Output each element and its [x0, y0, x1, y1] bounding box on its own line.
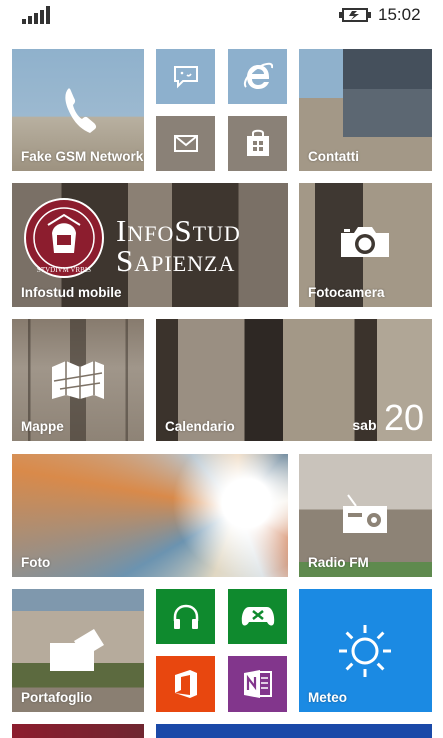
- tile-partial-right[interactable]: [156, 724, 432, 738]
- tile-internet-explorer[interactable]: [228, 49, 287, 104]
- tile-phone[interactable]: Fake GSM Network: [12, 49, 144, 171]
- tile-label: Contatti: [308, 149, 359, 164]
- xbox-icon: [241, 607, 275, 626]
- calendar-day-name: sab: [352, 417, 377, 433]
- tile-label: Mappe: [21, 419, 64, 434]
- messaging-icon: [174, 66, 198, 89]
- tile-label: Infostud mobile: [21, 285, 122, 300]
- tile-messaging[interactable]: [156, 49, 215, 104]
- tile-radio[interactable]: Radio FM: [299, 454, 432, 577]
- office-icon: [175, 670, 197, 698]
- headphones-icon: [173, 604, 199, 629]
- wallet-icon: [50, 629, 104, 671]
- tile-camera[interactable]: Fotocamera: [299, 183, 432, 307]
- phone-icon: [65, 88, 97, 133]
- tile-label: Meteo: [308, 690, 348, 705]
- sapienza-seal-icon: STVDIVM VRBIS: [24, 198, 104, 278]
- tile-photos[interactable]: Foto: [12, 454, 288, 577]
- battery-charging-icon: [339, 8, 371, 22]
- mail-icon: [174, 135, 198, 152]
- tile-label: Fake GSM Network: [21, 149, 144, 164]
- tile-label: Radio FM: [308, 555, 369, 570]
- radio-icon: [343, 494, 387, 533]
- seal-text: STVDIVM VRBIS: [37, 266, 91, 274]
- tile-music[interactable]: [156, 589, 215, 644]
- tile-calendar[interactable]: Calendario sab 20: [156, 319, 432, 441]
- contacts-photo-block: [343, 89, 432, 137]
- internet-explorer-icon: [244, 62, 273, 89]
- tile-maps[interactable]: Mappe: [12, 319, 144, 441]
- sun-icon: [339, 625, 391, 677]
- tile-infostud[interactable]: STVDIVM VRBIS InfoStud Sapienza Infostud…: [12, 183, 288, 307]
- tile-mail[interactable]: [156, 116, 215, 171]
- tile-wallet[interactable]: Portafoglio: [12, 589, 144, 712]
- store-icon: [247, 129, 269, 156]
- infostud-logo-line2: Sapienza: [116, 243, 236, 278]
- tile-games[interactable]: [228, 589, 287, 644]
- tile-contacts[interactable]: Contatti: [299, 49, 432, 171]
- map-icon: [52, 361, 104, 399]
- onenote-icon: [244, 670, 272, 698]
- signal-bars-icon: [22, 6, 50, 24]
- tile-store[interactable]: [228, 116, 287, 171]
- tile-onenote[interactable]: [228, 656, 287, 712]
- tile-weather[interactable]: Meteo: [299, 589, 432, 712]
- status-bar: 15:02: [0, 0, 443, 32]
- calendar-day-number: 20: [383, 397, 424, 438]
- tile-label: Foto: [21, 555, 51, 570]
- tile-partial-left[interactable]: [12, 724, 144, 738]
- tile-office[interactable]: [156, 656, 215, 712]
- tile-label: Calendario: [165, 419, 235, 434]
- tile-label: Fotocamera: [308, 285, 385, 300]
- clock-time: 15:02: [378, 5, 421, 24]
- camera-icon: [341, 227, 389, 257]
- tile-label: Portafoglio: [21, 690, 93, 705]
- calendar-date: sab 20: [352, 397, 424, 439]
